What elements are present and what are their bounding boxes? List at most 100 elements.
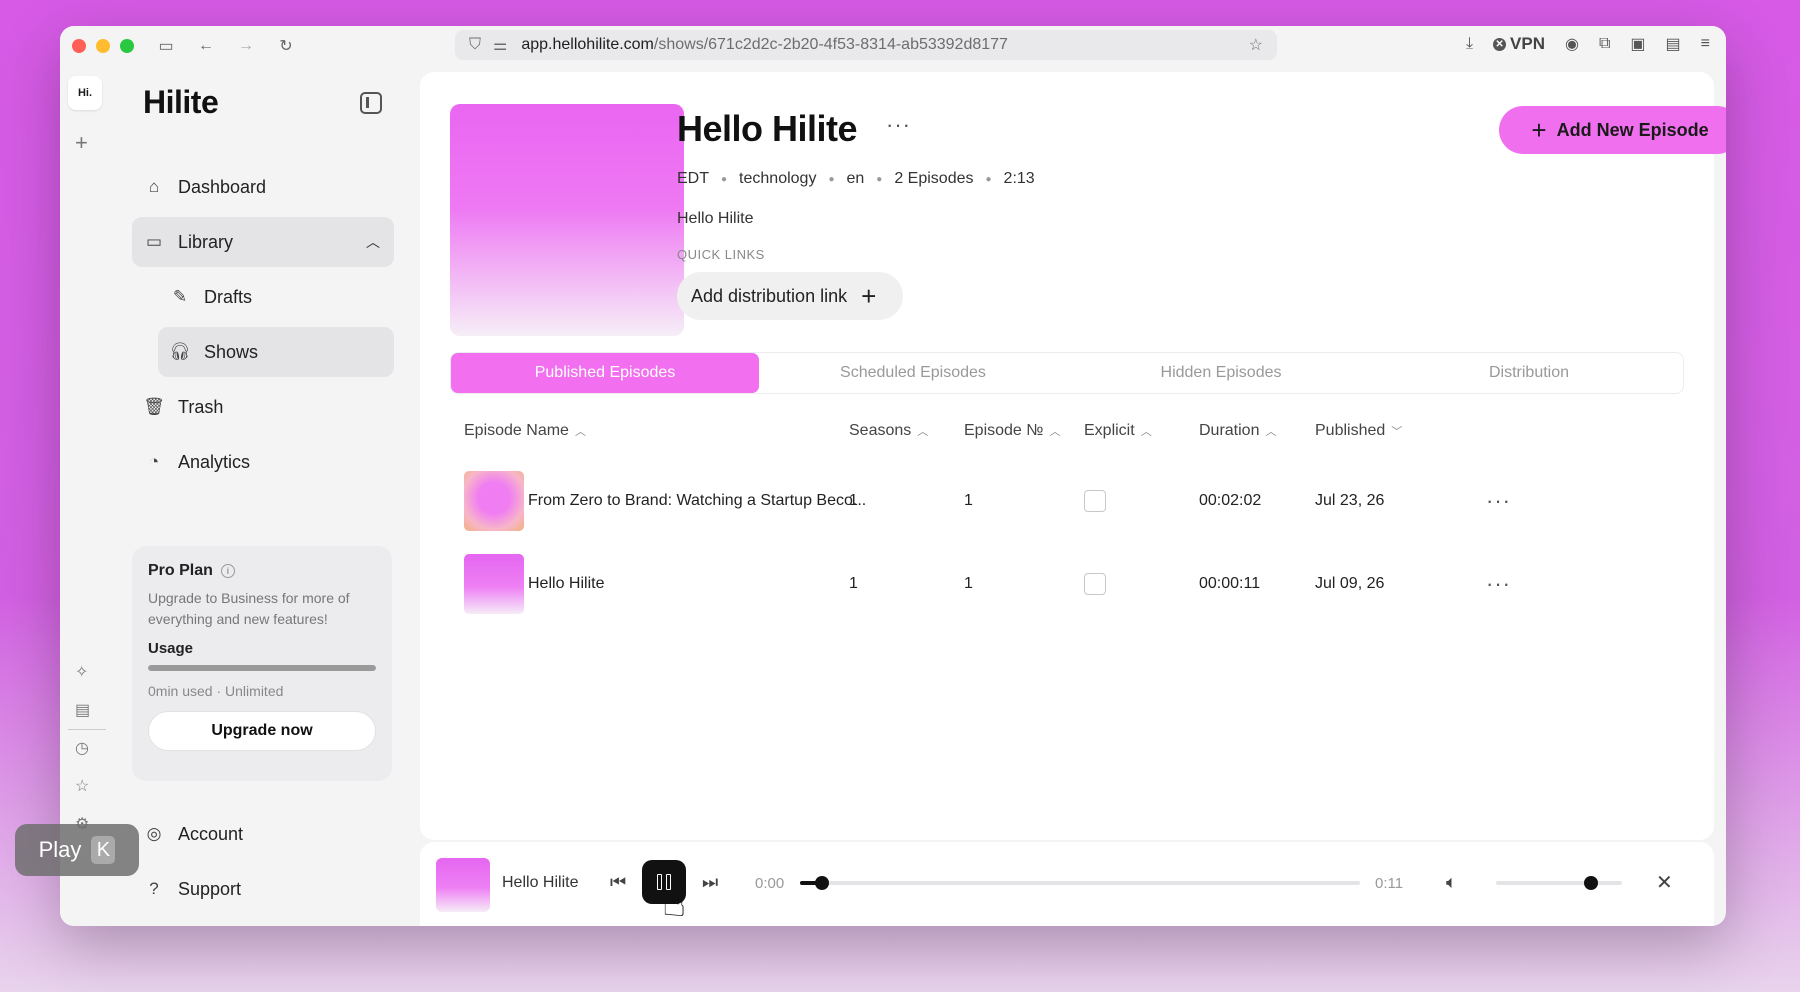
tab-hidden-episodes[interactable]: Hidden Episodes [1067, 353, 1375, 393]
sidebar-item-trash[interactable]: 🗑︎ Trash [132, 382, 394, 432]
plus-icon: + [861, 281, 877, 311]
download-icon[interactable]: ⤓ [1466, 35, 1473, 53]
chevron-up-icon: ︿ [366, 234, 380, 250]
skip-next-icon[interactable]: ⏭︎ [702, 872, 718, 893]
upgrade-now-button[interactable]: Upgrade now [148, 711, 376, 751]
user-circle-icon: ◎ [146, 824, 162, 843]
pencil-icon: ✎ [172, 287, 188, 306]
sidebar-item-support[interactable]: ? Support [132, 864, 394, 914]
menu-icon[interactable]: ≡ [1701, 35, 1710, 53]
sidebar-toggle-icon[interactable]: ▭ [156, 36, 176, 56]
library-icon[interactable]: ▤ [75, 700, 90, 720]
show-cover-image[interactable] [450, 104, 684, 336]
star-icon[interactable]: ☆ [75, 776, 89, 796]
sort-asc-icon: ︿ [574, 426, 586, 438]
headphones-icon: 🎧︎ [169, 342, 191, 361]
episode-thumbnail [464, 471, 524, 531]
site-settings-icon[interactable]: ⚌ [493, 35, 507, 55]
episode-number: 1 [964, 575, 973, 592]
url-domain: app.hellohilite.com [521, 36, 654, 53]
sidebar-item-drafts[interactable]: ✎ Drafts [158, 272, 394, 322]
explicit-checkbox[interactable] [1084, 490, 1106, 512]
usage-text: 0min used · Unlimited [148, 683, 284, 699]
plus-icon: + [1531, 115, 1547, 145]
browser-toolbar: ▭ ← → ↻ ⛉ ⚌ app.hellohilite.com/shows/67… [60, 26, 1726, 66]
sparkle-icon[interactable]: ✧ [75, 662, 88, 682]
help-circle-icon: ? [149, 879, 159, 898]
sort-desc-icon: ﹀ [1391, 426, 1403, 438]
play-shortcut-tooltip: Play K [15, 824, 139, 876]
shortcut-key: K [91, 836, 116, 864]
maximize-window-button[interactable] [120, 39, 134, 53]
collapse-sidebar-icon[interactable] [360, 92, 382, 114]
episode-duration: 00:00:11 [1199, 575, 1261, 592]
show-meta: EDT ● technology ● en ● 2 Episodes ● 2:1… [677, 170, 1035, 187]
plan-title: Pro Plan [148, 562, 213, 579]
show-description: Hello Hilite [677, 210, 754, 227]
reload-icon[interactable]: ↻ [276, 36, 296, 56]
column-episode-number[interactable]: Episode № ︿ [964, 422, 1060, 440]
player-title: Hello Hilite [502, 874, 579, 891]
sidebar-item-dashboard[interactable]: ⌂ Dashboard [132, 162, 394, 212]
close-window-button[interactable] [72, 39, 86, 53]
containers-icon[interactable]: ▣ [1630, 34, 1645, 54]
sidebar-item-account[interactable]: ◎ Account [132, 809, 394, 859]
account-icon[interactable]: ◉ [1565, 34, 1579, 54]
tab-scheduled-episodes[interactable]: Scheduled Episodes [759, 353, 1067, 393]
sidebar-panel-icon[interactable]: ▤ [1666, 34, 1681, 54]
vpn-button[interactable]: ✕ VPN [1493, 34, 1545, 54]
episode-season: 1 [849, 492, 858, 509]
audio-player: Hello Hilite ⏮︎ ⏭︎ 0:00 0:11 🔈︎ ✕ [420, 842, 1714, 926]
window-controls [72, 39, 134, 53]
home-icon: ⌂ [148, 177, 160, 196]
usage-bar [148, 665, 376, 671]
row-more-options-icon[interactable]: ··· [1486, 549, 1511, 619]
add-distribution-link-button[interactable]: Add distribution link + [677, 272, 903, 320]
episode-published-date: Jul 09, 26 [1315, 575, 1385, 592]
table-row[interactable]: Hello Hilite 1 1 00:00:11 Jul 09, 26 ··· [450, 549, 1684, 619]
volume-slider[interactable] [1496, 876, 1622, 890]
tab-distribution[interactable]: Distribution [1375, 353, 1683, 393]
table-row[interactable]: From Zero to Brand: Watching a Startup B… [450, 466, 1684, 536]
column-published[interactable]: Published ﹀ [1315, 422, 1402, 440]
tab-published-episodes[interactable]: Published Episodes [451, 353, 759, 393]
column-explicit[interactable]: Explicit ︿ [1084, 422, 1152, 440]
bookmark-star-icon[interactable]: ☆ [1249, 35, 1263, 55]
sidebar-item-shows[interactable]: 🎧︎ Shows [158, 327, 394, 377]
close-player-icon[interactable]: ✕ [1656, 870, 1673, 895]
usage-label: Usage [148, 640, 194, 657]
history-icon[interactable]: ◷ [75, 738, 89, 758]
info-icon[interactable]: i [220, 564, 235, 578]
sidebar-item-library[interactable]: ▭ Library ︿ [132, 217, 394, 267]
quick-links-label: QUICK LINKS [677, 247, 765, 262]
column-episode-name[interactable]: Episode Name ︿ [464, 422, 586, 440]
shield-icon[interactable]: ⛉ [469, 36, 481, 54]
vpn-off-icon: ✕ [1493, 37, 1507, 51]
progress-handle[interactable] [815, 876, 830, 890]
column-duration[interactable]: Duration ︿ [1199, 422, 1276, 440]
volume-handle[interactable] [1583, 876, 1598, 890]
workspace-logo[interactable]: Hi. [68, 76, 102, 110]
extensions-icon[interactable]: ⧉ [1599, 35, 1610, 53]
browser-window: ▭ ← → ↻ ⛉ ⚌ app.hellohilite.com/shows/67… [60, 26, 1726, 926]
app-rail: Hi. + ✧ ▤ ◷ ☆ ⚙ [60, 66, 110, 926]
add-workspace-icon[interactable]: + [75, 130, 88, 156]
explicit-checkbox[interactable] [1084, 573, 1106, 595]
volume-icon[interactable]: 🔈︎ [1446, 872, 1457, 893]
minimize-window-button[interactable] [96, 39, 110, 53]
column-seasons[interactable]: Seasons ︿ [849, 422, 928, 440]
episode-name: From Zero to Brand: Watching a Startup B… [528, 492, 867, 509]
playback-progress-slider[interactable] [800, 876, 1360, 890]
episode-number: 1 [964, 492, 973, 509]
show-more-options-icon[interactable]: ··· [886, 112, 911, 138]
sidebar-item-analytics[interactable]: ◔ Analytics [132, 437, 394, 487]
add-new-episode-button[interactable]: + Add New Episode [1499, 106, 1726, 154]
sort-asc-icon: ︿ [917, 426, 929, 438]
skip-previous-icon[interactable]: ⏮︎ [610, 872, 626, 893]
forward-icon[interactable]: → [236, 36, 256, 56]
url-bar[interactable]: ⛉ ⚌ app.hellohilite.com/shows/671c2d2c-2… [455, 30, 1277, 60]
back-icon[interactable]: ← [196, 36, 216, 56]
show-detail-panel: Hello Hilite ··· EDT ● technology ● en ●… [420, 72, 1726, 840]
pointer-cursor-icon: ☝︎ [662, 881, 687, 925]
row-more-options-icon[interactable]: ··· [1486, 466, 1511, 536]
